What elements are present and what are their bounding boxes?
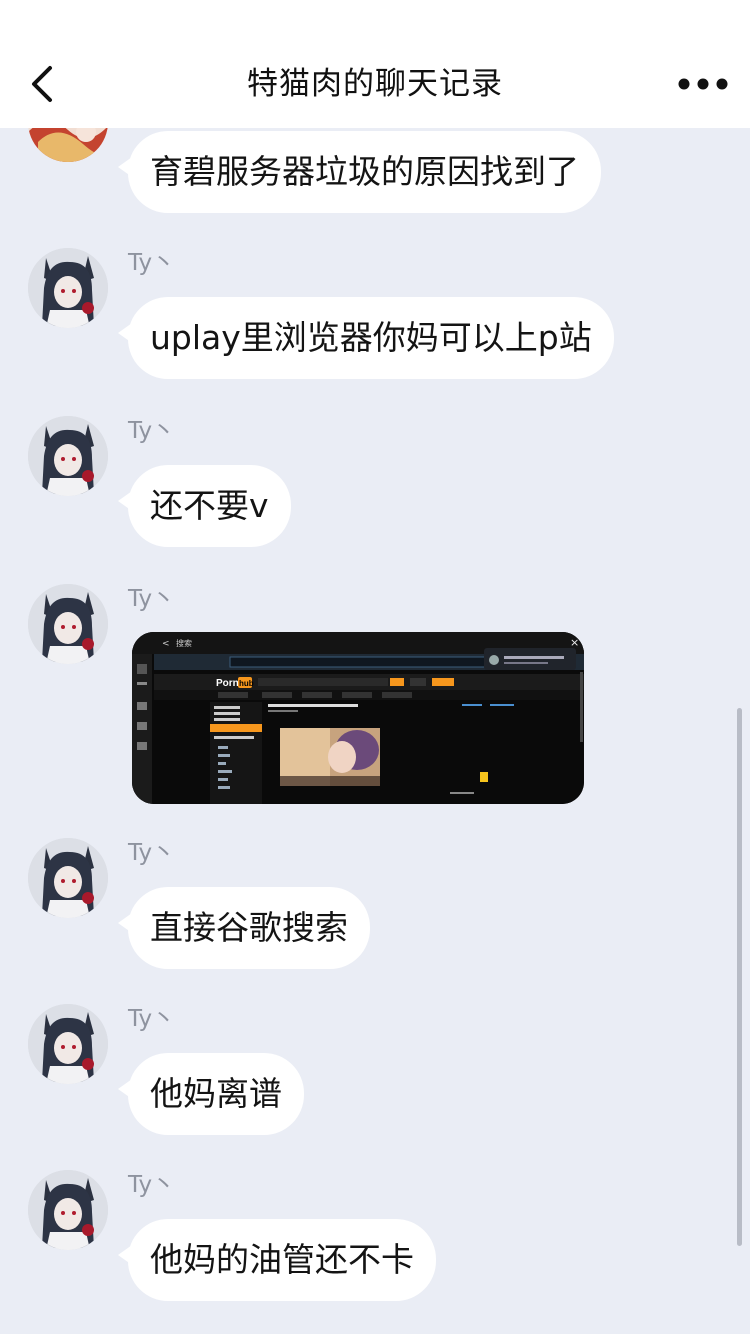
scrollbar[interactable] (737, 708, 742, 1246)
message-bubble[interactable]: 育碧服务器垃圾的原因找到了 (118, 131, 601, 213)
message-bubble[interactable]: 他妈离谱 (118, 1053, 304, 1135)
sender-name: Ty丶 (128, 250, 176, 276)
avatar[interactable] (28, 416, 108, 496)
site-logo-badge: hub (239, 679, 254, 688)
avatar[interactable] (28, 584, 108, 664)
avatar[interactable] (28, 1170, 108, 1250)
avatar[interactable] (28, 128, 108, 162)
message-bubble[interactable]: 还不要v (118, 465, 291, 547)
message-bubble[interactable]: 直接谷歌搜索 (118, 887, 370, 969)
page-title: 特猫肉的聊天记录 (247, 66, 503, 102)
site-logo-text: Porn (216, 678, 239, 689)
svg-text:×: × (570, 636, 579, 649)
avatar[interactable] (28, 248, 108, 328)
image-attachment[interactable]: 搜索 < Porn hub × (132, 632, 584, 804)
sender-name: Ty丶 (128, 1006, 176, 1032)
message-bubble[interactable]: 他妈的油管还不卡 (118, 1219, 436, 1301)
sender-name: Ty丶 (128, 840, 176, 866)
top-nav-bar: 特猫肉的聊天记录 (0, 0, 750, 128)
chat-history[interactable]: 育碧服务器垃圾的原因找到了 Ty丶 uplay里浏览器你妈可以上p站 Ty丶 还… (0, 128, 750, 1334)
more-dots-icon[interactable] (678, 70, 728, 98)
svg-text:<: < (162, 639, 170, 649)
message-bubble[interactable]: uplay里浏览器你妈可以上p站 (118, 297, 614, 379)
avatar[interactable] (28, 1004, 108, 1084)
sender-name: Ty丶 (128, 586, 176, 612)
sender-name: Ty丶 (128, 1172, 176, 1198)
sender-name: Ty丶 (128, 418, 176, 444)
image-caption: 搜索 (176, 638, 192, 648)
avatar[interactable] (28, 838, 108, 918)
